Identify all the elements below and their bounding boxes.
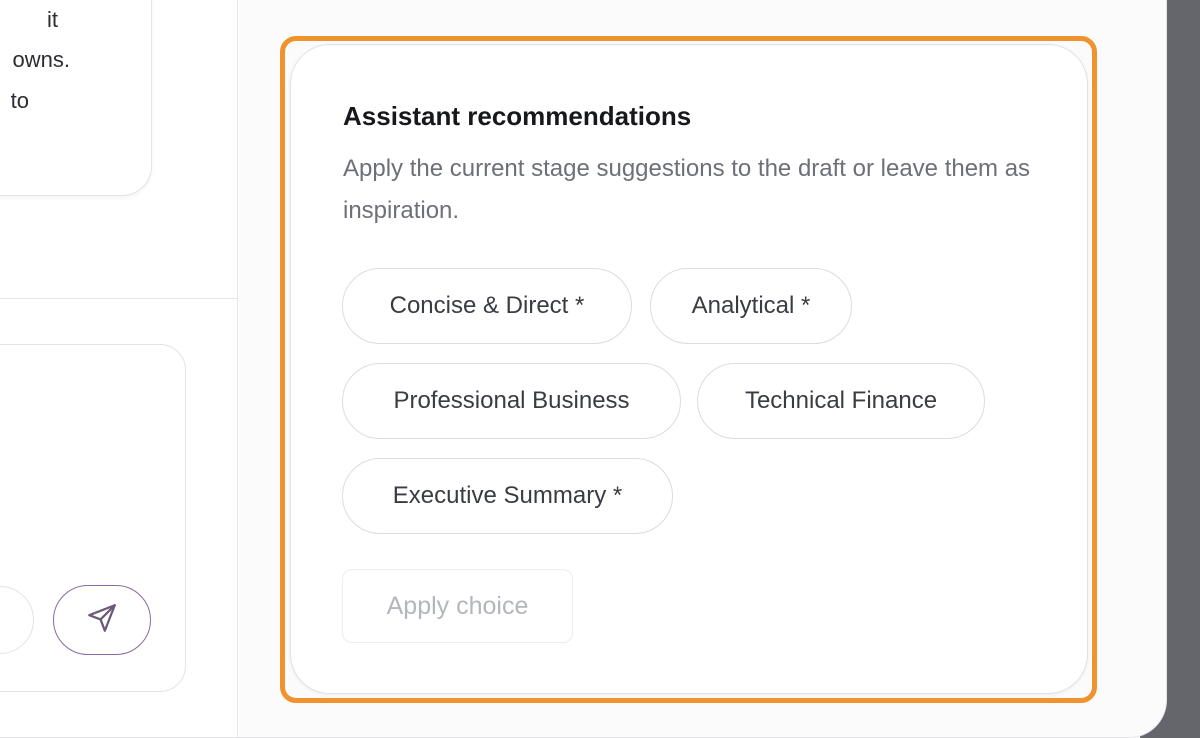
screen: it owns. to Assistant recommendations Ap…: [0, 0, 1200, 738]
chat-divider: [0, 298, 237, 299]
chat-message-line: it: [47, 7, 58, 32]
recommendations-title: Assistant recommendations: [343, 101, 692, 131]
recommendations-description: Apply the current stage suggestions to t…: [343, 155, 1031, 224]
chat-column: it owns. to: [0, 0, 238, 737]
send-button[interactable]: [53, 585, 151, 655]
chip-executive-summary[interactable]: Executive Summary *: [342, 458, 673, 534]
send-icon: [85, 601, 119, 640]
chat-message-line: to: [10, 88, 29, 113]
chip-technical-finance[interactable]: Technical Finance: [697, 363, 985, 439]
chip-concise-direct[interactable]: Concise & Direct *: [342, 268, 632, 344]
apply-choice-button[interactable]: Apply choice: [342, 569, 573, 643]
chip-professional-business[interactable]: Professional Business: [342, 363, 681, 439]
chat-message-text: it owns. to: [0, 0, 80, 140]
chip-analytical[interactable]: Analytical *: [650, 268, 852, 344]
chat-message-line: owns.: [12, 47, 70, 72]
